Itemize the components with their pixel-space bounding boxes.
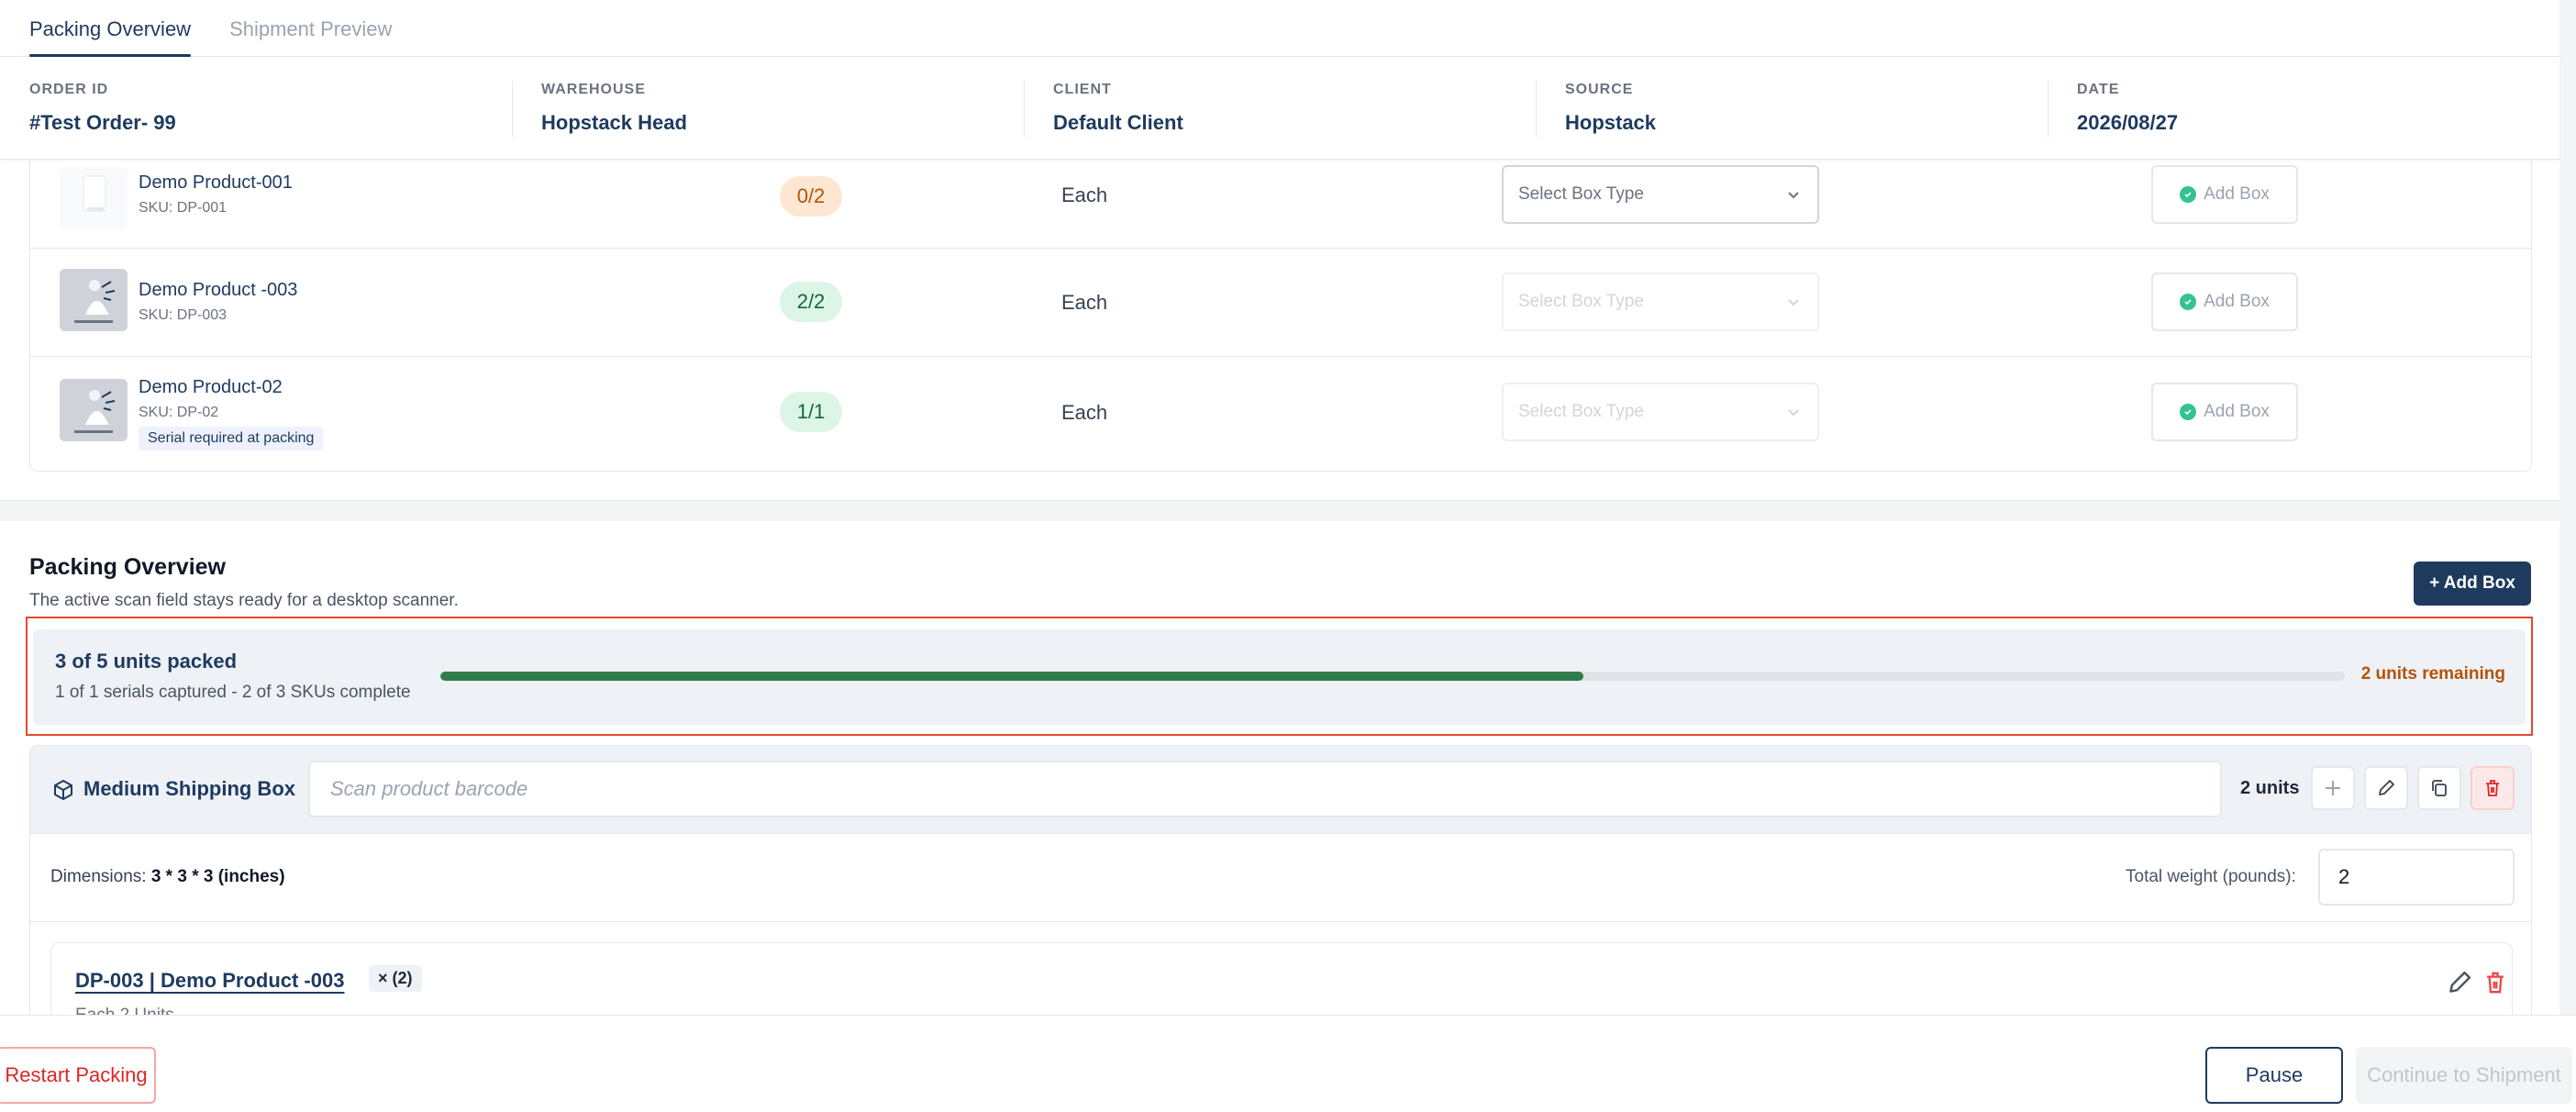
- footer-bar: Restart Packing Pause Continue to Shipme…: [0, 1015, 2576, 1112]
- blank-product-icon: [60, 167, 128, 229]
- product-name[interactable]: Demo Product -003: [139, 280, 297, 301]
- box-card: Medium Shipping Box 2 units Dimensions: …: [29, 745, 2532, 1020]
- unit-of-measure: Each: [1061, 401, 1108, 424]
- check-circle-icon: [2180, 404, 2197, 420]
- date-label: DATE: [2077, 82, 2120, 97]
- box-type-placeholder: Select Box Type: [1518, 402, 1644, 421]
- source-label: SOURCE: [1565, 82, 1634, 97]
- progress-highlight: 3 of 5 units packed 1 of 1 serials captu…: [26, 617, 2533, 736]
- warehouse-value: Hopstack Head: [541, 111, 687, 134]
- add-item-button[interactable]: [2311, 766, 2355, 810]
- quantity-badge: 0/2: [780, 176, 842, 217]
- dimensions-label: Dimensions:: [50, 867, 147, 886]
- add-box-label: Add Box: [2204, 292, 2270, 311]
- add-box-label: Add Box: [2204, 184, 2270, 204]
- table-row: Demo Product-02 SKU: DP-02 Serial requir…: [30, 357, 2531, 469]
- packed-item-link[interactable]: DP-003 | Demo Product -003: [75, 969, 344, 993]
- packing-progress: 3 of 5 units packed 1 of 1 serials captu…: [33, 629, 2526, 725]
- source-cell: SOURCE Hopstack: [1536, 57, 2048, 159]
- add-box-label: Add Box: [2204, 402, 2270, 421]
- duplicate-box-button[interactable]: [2417, 766, 2461, 810]
- client-value: Default Client: [1053, 111, 1183, 134]
- serial-required-badge: Serial required at packing: [139, 427, 324, 450]
- client-label: CLIENT: [1053, 82, 1112, 97]
- package-icon: [54, 780, 72, 800]
- check-circle-icon: [2180, 294, 2197, 310]
- box-dimensions-row: Dimensions: 3 * 3 * 3 (inches) Total wei…: [30, 834, 2531, 922]
- pencil-icon[interactable]: [2446, 969, 2473, 996]
- add-box-button[interactable]: Add Box: [2151, 165, 2298, 224]
- progress-bar-fill: [440, 672, 1583, 681]
- order-id-cell: ORDER ID #Test Order- 99: [0, 57, 512, 159]
- box-header: Medium Shipping Box 2 units: [30, 746, 2531, 834]
- add-box-primary-button[interactable]: + Add Box: [2414, 562, 2531, 606]
- warehouse-label: WAREHOUSE: [541, 82, 646, 97]
- section-subtitle: The active scan field stays ready for a …: [29, 591, 459, 610]
- add-box-button[interactable]: Add Box: [2151, 383, 2298, 441]
- box-name: Medium Shipping Box: [83, 777, 295, 800]
- date-cell: DATE 2026/08/27: [2048, 57, 2559, 159]
- progress-subtitle: 1 of 1 serials captured - 2 of 3 SKUs co…: [55, 683, 411, 702]
- box-type-select[interactable]: Select Box Type: [1502, 165, 1819, 224]
- progress-bar: [440, 672, 2345, 681]
- chevron-down-icon: [1788, 409, 1799, 417]
- no-preview-illustration-icon: [60, 379, 128, 441]
- client-cell: CLIENT Default Client: [1024, 57, 1536, 159]
- source-value: Hopstack: [1565, 111, 1657, 134]
- scroll-gutter: [2559, 0, 2576, 1015]
- pause-button[interactable]: Pause: [2205, 1047, 2343, 1104]
- order-id-value[interactable]: #Test Order- 99: [29, 110, 483, 136]
- box-dimensions: Dimensions: 3 * 3 * 3 (inches): [50, 867, 285, 887]
- weight-label: Total weight (pounds):: [2126, 867, 2296, 886]
- chevron-down-icon: [1788, 299, 1799, 306]
- pencil-icon: [2379, 780, 2394, 795]
- copy-icon: [2432, 780, 2447, 796]
- unit-of-measure: Each: [1061, 291, 1108, 314]
- products-card: Demo Product-001 SKU: DP-001 0/2 Each Se…: [0, 160, 2559, 501]
- scan-barcode-input[interactable]: [308, 761, 2222, 817]
- restart-packing-button[interactable]: Restart Packing: [0, 1047, 156, 1104]
- trash-icon[interactable]: [2482, 969, 2508, 996]
- quantity-badge: 2/2: [780, 282, 842, 322]
- continue-to-shipment-button[interactable]: Continue to Shipment: [2356, 1047, 2572, 1104]
- tab-shipment-preview[interactable]: Shipment Preview: [229, 17, 392, 56]
- add-box-button[interactable]: Add Box: [2151, 272, 2298, 331]
- table-row: Demo Product -003 SKU: DP-003 2/2 Each S…: [30, 249, 2531, 357]
- section-title: Packing Overview: [29, 554, 227, 580]
- product-sku: SKU: DP-003: [139, 307, 228, 323]
- warehouse-cell: WAREHOUSE Hopstack Head: [512, 57, 1024, 159]
- chevron-down-icon: [1788, 192, 1799, 199]
- box-type-select[interactable]: Select Box Type: [1502, 272, 1819, 331]
- product-name[interactable]: Demo Product-02: [139, 377, 283, 398]
- delete-box-button[interactable]: [2471, 766, 2515, 810]
- box-units-count: 2 units: [2240, 778, 2300, 798]
- unit-of-measure: Each: [1061, 183, 1108, 206]
- packed-item-count: × (2): [369, 965, 422, 992]
- tab-packing-overview[interactable]: Packing Overview: [29, 17, 192, 57]
- box-type-placeholder: Select Box Type: [1518, 184, 1644, 204]
- trash-icon: [2486, 780, 2499, 796]
- products-table: Demo Product-001 SKU: DP-001 0/2 Each Se…: [29, 160, 2532, 472]
- no-preview-illustration-icon: [60, 269, 128, 331]
- tab-bar: Packing Overview Shipment Preview: [0, 0, 2559, 57]
- order-id-label: ORDER ID: [29, 82, 109, 97]
- product-sku: SKU: DP-02: [139, 405, 219, 420]
- product-name[interactable]: Demo Product-001: [139, 172, 293, 194]
- dimensions-value: 3 * 3 * 3 (inches): [150, 867, 285, 886]
- packed-item-card: DP-003 | Demo Product -003 × (2) Each 2 …: [50, 942, 2513, 1019]
- product-sku: SKU: DP-001: [139, 200, 228, 216]
- units-remaining: 2 units remaining: [2360, 664, 2505, 684]
- order-info-bar: ORDER ID #Test Order- 99 WAREHOUSE Hopst…: [0, 57, 2559, 160]
- date-value: 2026/08/27: [2077, 111, 2179, 134]
- packing-overview-card: Packing Overview The active scan field s…: [0, 521, 2559, 1020]
- progress-title: 3 of 5 units packed: [55, 650, 238, 673]
- table-row: Demo Product-001 SKU: DP-001 0/2 Each Se…: [30, 160, 2531, 249]
- check-circle-icon: [2180, 186, 2197, 203]
- edit-box-button[interactable]: [2364, 766, 2408, 810]
- box-type-placeholder: Select Box Type: [1518, 292, 1644, 311]
- quantity-badge: 1/1: [780, 392, 842, 432]
- weight-input[interactable]: [2318, 849, 2515, 906]
- plus-icon: [2326, 781, 2340, 795]
- box-type-select[interactable]: Select Box Type: [1502, 383, 1819, 441]
